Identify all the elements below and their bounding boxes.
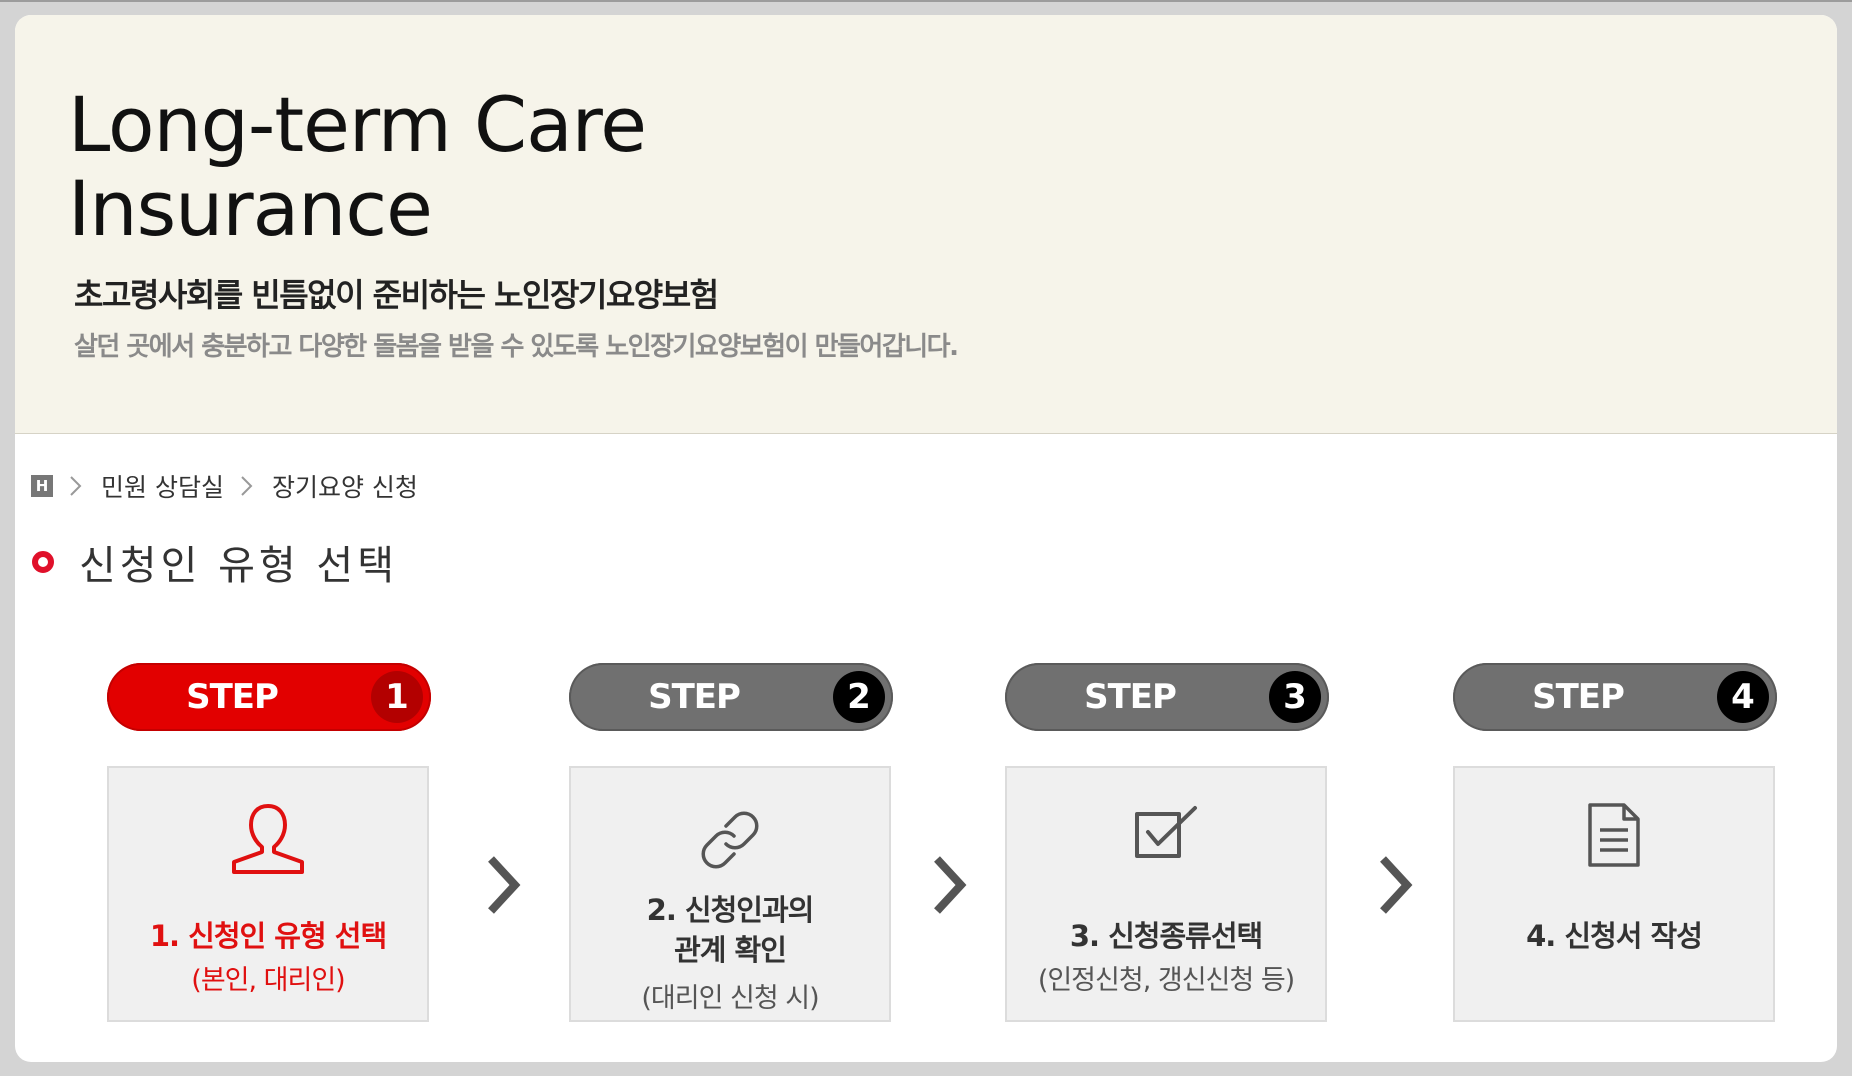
step-3-note: (인정신청, 갱신신청 등) (1037, 965, 1295, 996)
step-label: STEP (648, 677, 741, 717)
step-1-note: (본인, 대리인) (191, 965, 345, 996)
chevron-right-icon (488, 856, 521, 914)
step-3-pill: STEP 3 (1005, 663, 1329, 731)
content-frame: Long-term Care Insurance 초고령사회를 빈틈없이 준비하… (15, 15, 1837, 1062)
step-number-badge: 2 (833, 671, 885, 723)
step-2-card[interactable]: 2. 신청인과의 관계 확인 (대리인 신청 시) (569, 766, 891, 1022)
checkbox-icon (1135, 806, 1197, 858)
step-3-card[interactable]: 3. 신청종류선택 (인정신청, 갱신신청 등) (1005, 766, 1327, 1022)
step-3-title: 3. 신청종류선택 (1069, 919, 1263, 953)
home-icon[interactable]: H (31, 475, 53, 497)
step-number-badge: 1 (371, 671, 423, 723)
chevron-right-icon (934, 856, 967, 914)
chevron-right-icon (63, 473, 89, 499)
step-2-pill: STEP 2 (569, 663, 893, 731)
banner-title: Long-term Care Insurance (68, 80, 647, 253)
hero-banner: Long-term Care Insurance 초고령사회를 빈틈없이 준비하… (15, 15, 1837, 434)
chevron-right-icon (1380, 856, 1413, 914)
breadcrumb-item-application[interactable]: 장기요양 신청 (272, 468, 418, 504)
step-4-card[interactable]: 4. 신청서 작성 (1453, 766, 1775, 1022)
banner-description: 살던 곳에서 충분하고 다양한 돌봄을 받을 수 있도록 노인장기요양보험이 만… (74, 332, 959, 362)
step-1-pill: STEP 1 (107, 663, 431, 731)
step-1-title: 1. 신청인 유형 선택 (149, 919, 387, 953)
step-2-note: (대리인 신청 시) (641, 983, 819, 1014)
step-2-title-line2: 관계 확인 (674, 933, 787, 967)
step-number-badge: 3 (1269, 671, 1321, 723)
step-number-badge: 4 (1717, 671, 1769, 723)
banner-title-line1: Long-term Care (68, 80, 647, 169)
page-title: 신청인 유형 선택 (79, 543, 399, 589)
step-4-title: 4. 신청서 작성 (1526, 919, 1703, 953)
step-label: STEP (1084, 677, 1177, 717)
banner-subtitle: 초고령사회를 빈틈없이 준비하는 노인장기요양보험 (74, 276, 719, 314)
window-top-border (0, 0, 1852, 2)
bullet-ring-icon (31, 550, 55, 574)
step-label: STEP (1532, 677, 1625, 717)
person-icon (232, 804, 304, 874)
breadcrumb-item-counseling[interactable]: 민원 상담실 (101, 468, 224, 504)
page-heading: 신청인 유형 선택 (31, 533, 398, 591)
banner-title-line2: Insurance (68, 164, 433, 253)
step-4-pill: STEP 4 (1453, 663, 1777, 731)
link-icon (701, 811, 759, 869)
document-icon (1588, 803, 1640, 867)
step-2-title-line1: 2. 신청인과의 (646, 893, 815, 927)
step-1-card[interactable]: 1. 신청인 유형 선택 (본인, 대리인) (107, 766, 429, 1022)
step-label: STEP (186, 677, 279, 717)
breadcrumb: H 민원 상담실 장기요양 신청 (31, 470, 418, 502)
chevron-right-icon (234, 473, 260, 499)
